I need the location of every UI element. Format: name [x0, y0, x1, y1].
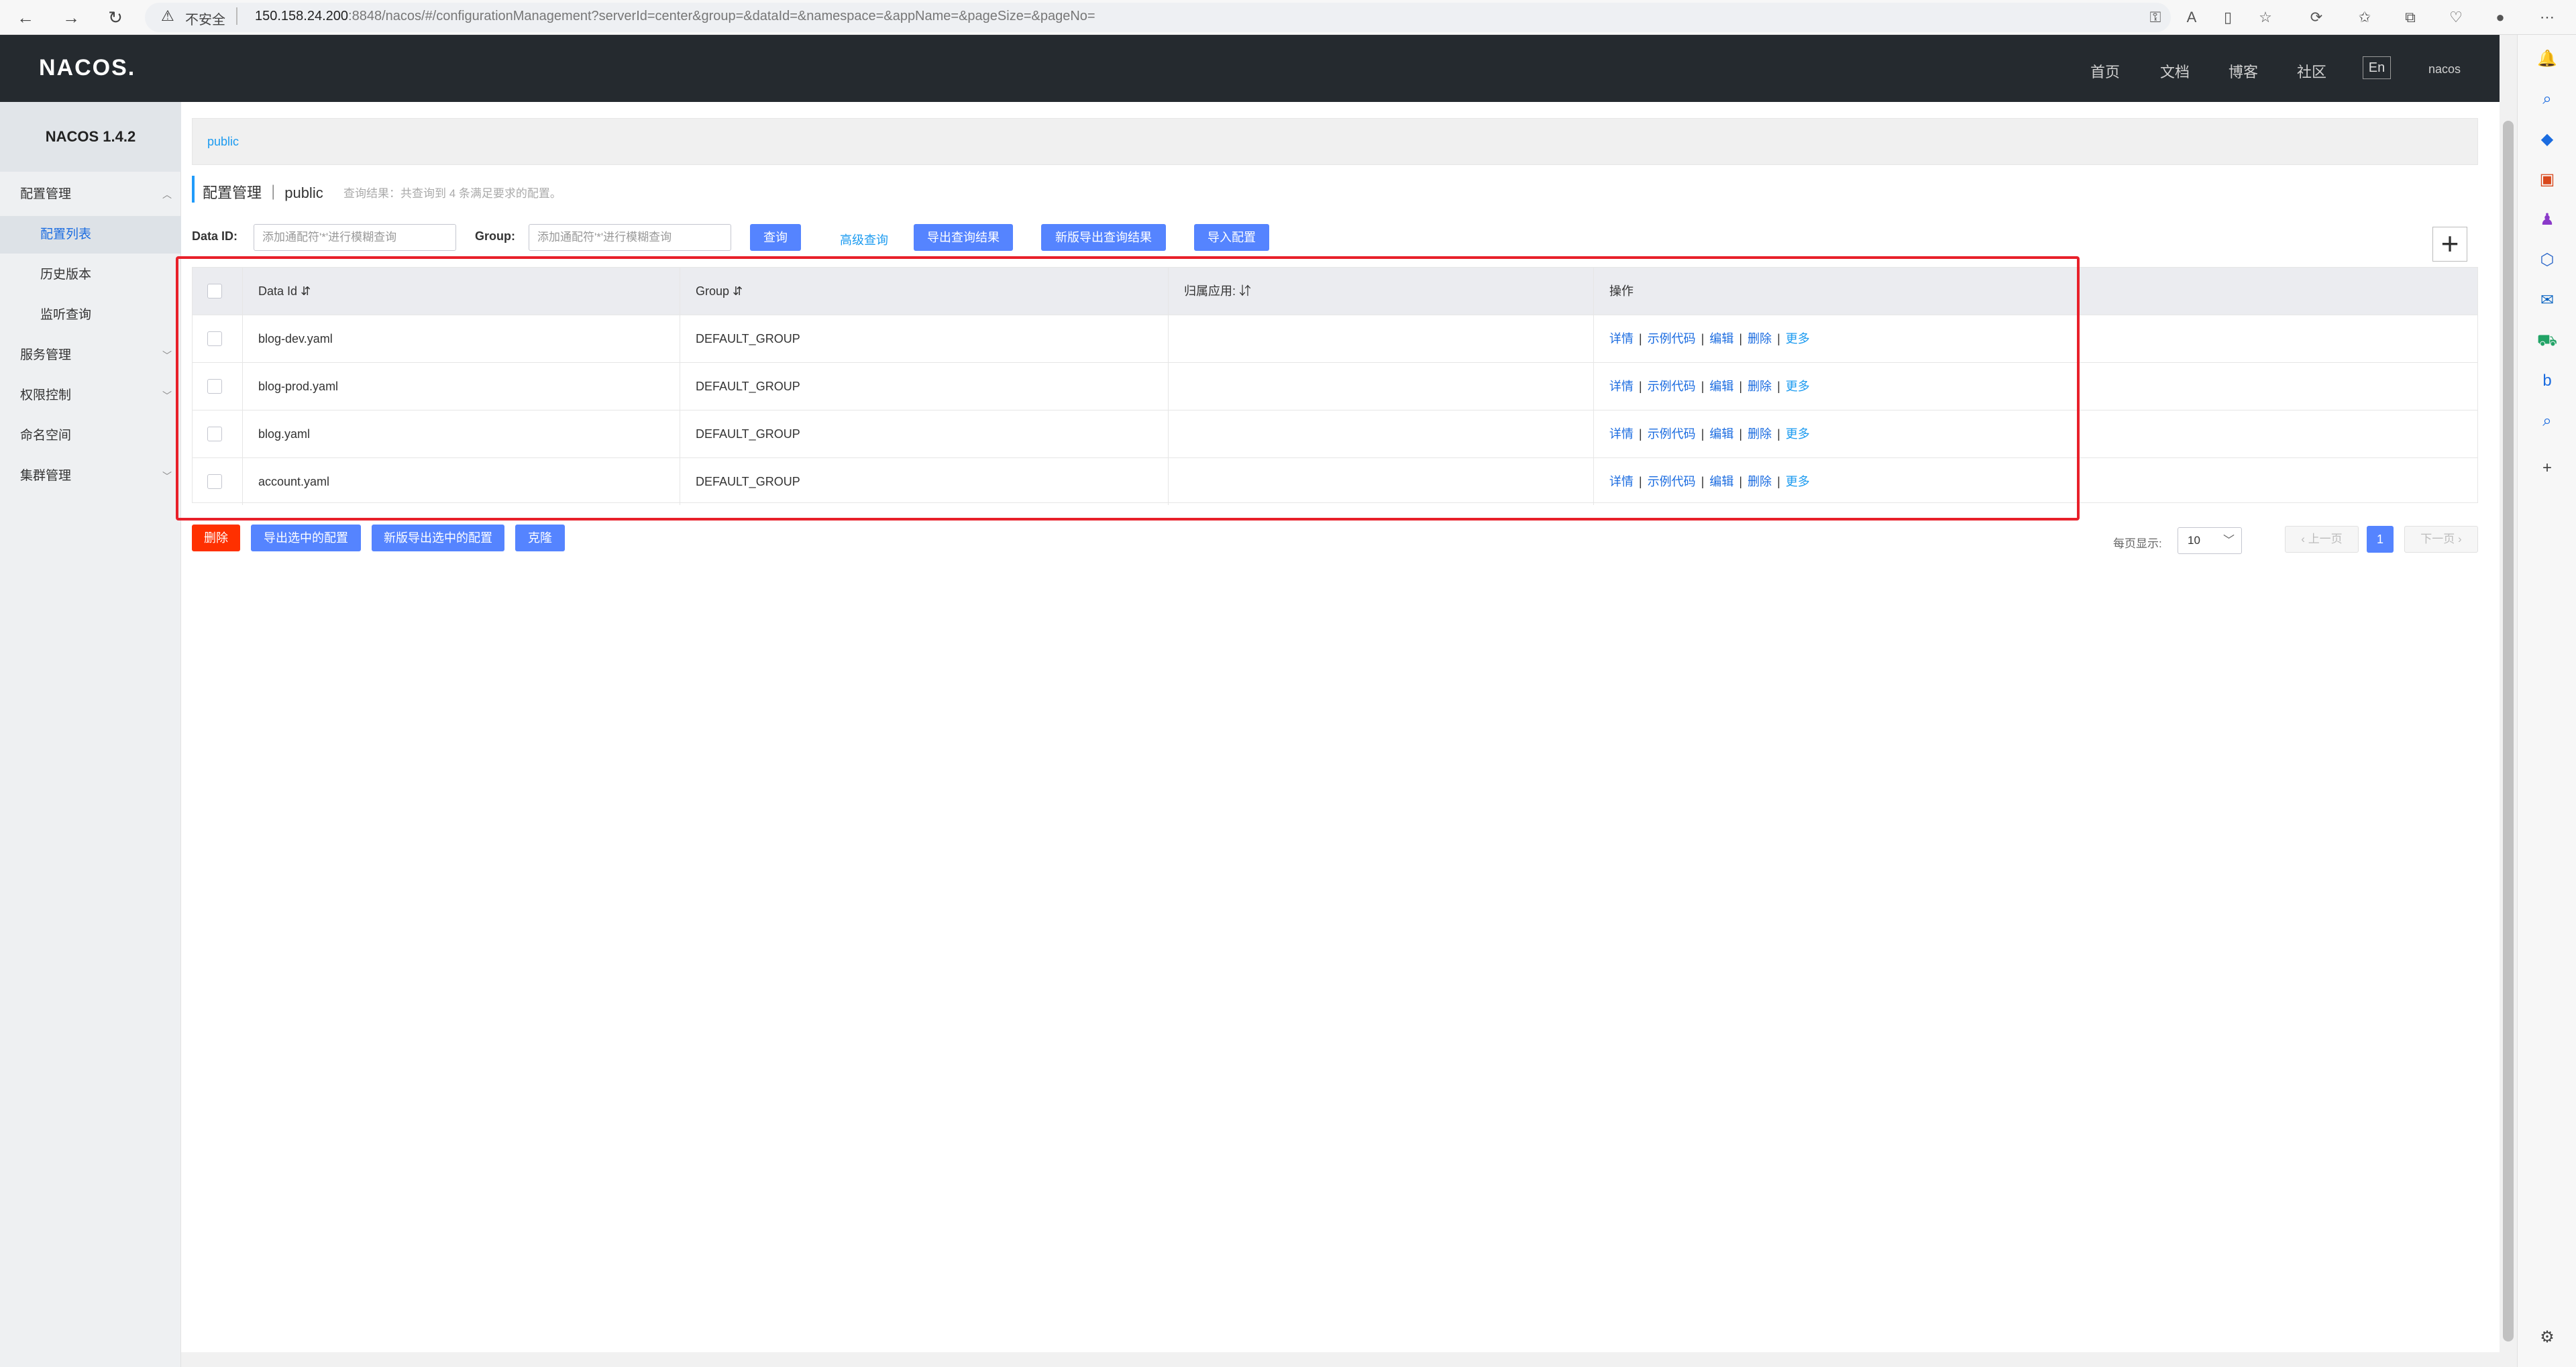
horizontal-scrollbar[interactable]: [181, 1352, 2500, 1367]
sidebar-item-label: 服务管理: [20, 348, 72, 362]
sidebar-item-config-list[interactable]: 配置列表: [0, 216, 181, 254]
reader-mode-icon[interactable]: ▯: [2216, 7, 2239, 28]
current-page[interactable]: 1: [2367, 526, 2394, 553]
language-toggle[interactable]: En: [2363, 56, 2391, 79]
group-label: Group:: [475, 229, 515, 243]
address-divider: [236, 7, 237, 25]
advanced-query-link[interactable]: 高级查询: [840, 231, 888, 248]
url-text[interactable]: 150.158.24.200:8848/nacos/#/configuratio…: [255, 9, 1095, 24]
security-label: 不安全: [185, 13, 225, 28]
browser-toolbar: ← → ↻ ⚠ 不安全 150.158.24.200:8848/nacos/#/…: [0, 0, 2576, 35]
profile-icon[interactable]: ●: [2489, 7, 2512, 28]
office-icon[interactable]: ⬡: [2534, 247, 2561, 274]
read-aloud-icon[interactable]: A: [2180, 7, 2203, 28]
query-button[interactable]: 查询: [750, 224, 801, 251]
sidebar-item-label: 监听查询: [40, 308, 92, 322]
url-host: 150.158.24.200: [255, 9, 349, 23]
favorites-icon[interactable]: ✩: [2353, 7, 2376, 28]
sidebar: NACOS 1.4.2 配置管理 ︿ 配置列表 历史版本 监听查询 服务管理 ﹀ 权…: [0, 102, 181, 1367]
sidebar-item-label: 历史版本: [40, 268, 92, 282]
add-config-icon[interactable]: +: [2432, 227, 2467, 262]
sidebar-item-namespace[interactable]: 命名空间: [0, 417, 181, 455]
dataid-label: Data ID:: [192, 229, 238, 243]
sidebar-item-auth[interactable]: 权限控制 ﹀: [0, 377, 181, 415]
prev-page-button[interactable]: ‹ 上一页: [2285, 526, 2359, 553]
next-page-label: 下一页: [2420, 533, 2455, 545]
search-icon[interactable]: ⌕: [2534, 86, 2561, 113]
settings-icon[interactable]: ⚙: [2534, 1324, 2561, 1351]
chevron-down-icon: ﹀: [162, 390, 172, 401]
bing-icon[interactable]: b: [2534, 368, 2561, 394]
sidebar-item-label: 集群管理: [20, 469, 72, 483]
result-summary: 查询结果：共查询到 4 条满足要求的配置。: [343, 187, 561, 200]
nav-community[interactable]: 社区: [2297, 60, 2326, 82]
dataid-input[interactable]: 添加通配符'*'进行模糊查询: [254, 224, 456, 251]
shopping-icon[interactable]: ⛟: [2534, 327, 2561, 354]
extensions-icon[interactable]: ♡: [2445, 7, 2467, 28]
back-icon[interactable]: ←: [15, 7, 36, 28]
chevron-left-icon: ‹: [2301, 533, 2308, 545]
nacos-logo[interactable]: NACOS.: [39, 55, 136, 81]
chevron-right-icon: ›: [2455, 533, 2462, 545]
export-selected-new-button[interactable]: 新版导出选中的配置: [372, 525, 504, 551]
tag-icon[interactable]: ◆: [2534, 126, 2561, 153]
prev-page-label: 上一页: [2308, 533, 2343, 545]
games-icon[interactable]: ♟: [2534, 207, 2561, 233]
nav-blog[interactable]: 博客: [2229, 60, 2258, 82]
export-selected-button[interactable]: 导出选中的配置: [251, 525, 361, 551]
highlight-box: [176, 256, 2080, 521]
outlook-icon[interactable]: ✉: [2534, 287, 2561, 314]
namespace-public[interactable]: public: [207, 135, 239, 149]
page-size-label: 每页显示:: [2113, 537, 2162, 550]
clone-button[interactable]: 克隆: [515, 525, 565, 551]
refresh-icon[interactable]: ↻: [105, 7, 126, 28]
namespace-bar: public: [192, 118, 2478, 165]
version-title: NACOS 1.4.2: [0, 102, 181, 172]
export-results-button[interactable]: 导出查询结果: [914, 224, 1013, 251]
key-icon[interactable]: ⚿: [2144, 7, 2167, 28]
discover-icon[interactable]: ⌕: [2534, 408, 2561, 435]
chevron-down-icon: ﹀: [162, 350, 172, 361]
sidebar-item-label: 命名空间: [20, 429, 72, 443]
chevron-up-icon: ︿: [162, 189, 172, 200]
sidebar-item-label: 配置管理: [20, 187, 72, 201]
import-config-button[interactable]: 导入配置: [1194, 224, 1269, 251]
edge-sidebar: 🔔 ⌕ ◆ ▣ ♟ ⬡ ✉ ⛟ b ⌕ + ⚙: [2517, 35, 2576, 1367]
page-size-value: 10: [2188, 534, 2200, 547]
group-input[interactable]: 添加通配符'*'进行模糊查询: [529, 224, 731, 251]
toolbox-icon[interactable]: ▣: [2534, 166, 2561, 193]
bell-icon[interactable]: 🔔: [2534, 46, 2561, 72]
sidebar-item-history[interactable]: 历史版本: [0, 256, 181, 294]
page-title: 配置管理 ｜ public: [203, 184, 323, 201]
sidebar-item-label: 权限控制: [20, 388, 72, 402]
more-menu-icon[interactable]: ⋯: [2536, 7, 2559, 28]
sidebar-item-label: 配置列表: [40, 227, 92, 241]
chevron-down-icon: ﹀: [162, 471, 172, 482]
page-size-select[interactable]: 10 ﹀: [2178, 527, 2242, 554]
favorite-icon[interactable]: ☆: [2254, 7, 2277, 28]
top-navbar: NACOS. 首页 文档 博客 社区 En nacos: [0, 35, 2500, 102]
collections-icon[interactable]: ⧉: [2399, 7, 2422, 28]
sidebar-item-config[interactable]: 配置管理 ︿: [0, 176, 181, 213]
chevron-down-icon: ﹀: [2223, 534, 2235, 547]
breadcrumb-marker: [192, 176, 195, 203]
forward-icon[interactable]: →: [60, 7, 82, 28]
delete-button[interactable]: 删除: [192, 525, 240, 551]
nav-home[interactable]: 首页: [2090, 60, 2120, 82]
sidebar-item-listener[interactable]: 监听查询: [0, 296, 181, 334]
next-page-button[interactable]: 下一页 ›: [2404, 526, 2478, 553]
nav-docs[interactable]: 文档: [2160, 60, 2190, 82]
scrollbar-thumb[interactable]: [2503, 121, 2514, 1342]
warning-icon: ⚠: [161, 7, 174, 24]
export-results-new-button[interactable]: 新版导出查询结果: [1041, 224, 1166, 251]
sidebar-item-cluster[interactable]: 集群管理 ﹀: [0, 457, 181, 495]
sync-icon[interactable]: ⟳: [2305, 7, 2328, 28]
user-name[interactable]: nacos: [2428, 62, 2461, 76]
add-icon[interactable]: +: [2534, 455, 2561, 482]
url-path: :8848/nacos/#/configurationManagement?se…: [348, 9, 1095, 23]
sidebar-item-service[interactable]: 服务管理 ﹀: [0, 337, 181, 374]
